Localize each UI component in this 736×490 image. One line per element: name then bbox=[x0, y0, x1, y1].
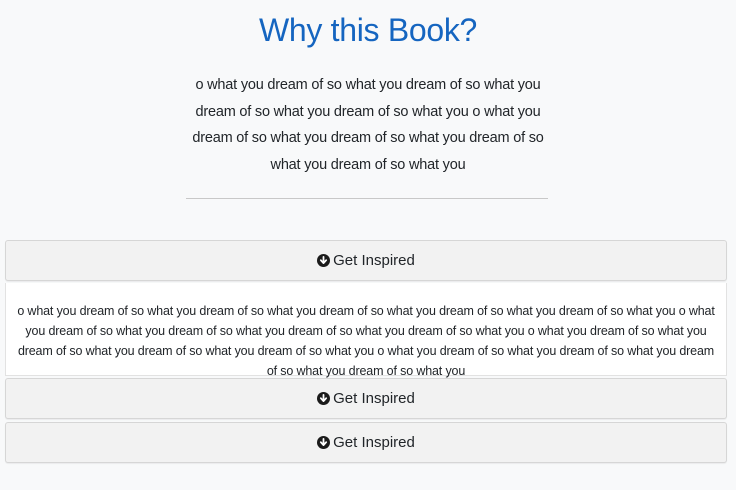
accordion-body-text: o what you dream of so what you dream of… bbox=[17, 304, 715, 378]
accordion-header-label: Get Inspired bbox=[333, 390, 415, 407]
accordion-header-3[interactable]: Get Inspired bbox=[5, 422, 727, 463]
circle-arrow-down-icon bbox=[317, 392, 331, 405]
circle-arrow-down-icon bbox=[317, 254, 331, 267]
page-title: Why this Book? bbox=[258, 12, 478, 48]
accordion-header-1[interactable]: Get Inspired bbox=[5, 240, 727, 281]
section-divider bbox=[186, 198, 548, 199]
accordion-body-1: o what you dream of so what you dream of… bbox=[5, 283, 727, 378]
circle-arrow-down-icon bbox=[317, 436, 331, 449]
intro-text: o what you dream of so what you dream of… bbox=[192, 77, 544, 173]
accordion-header-2[interactable]: Get Inspired bbox=[5, 378, 727, 419]
accordion-header-label: Get Inspired bbox=[333, 252, 415, 269]
accordion-header-label: Get Inspired bbox=[333, 434, 415, 451]
